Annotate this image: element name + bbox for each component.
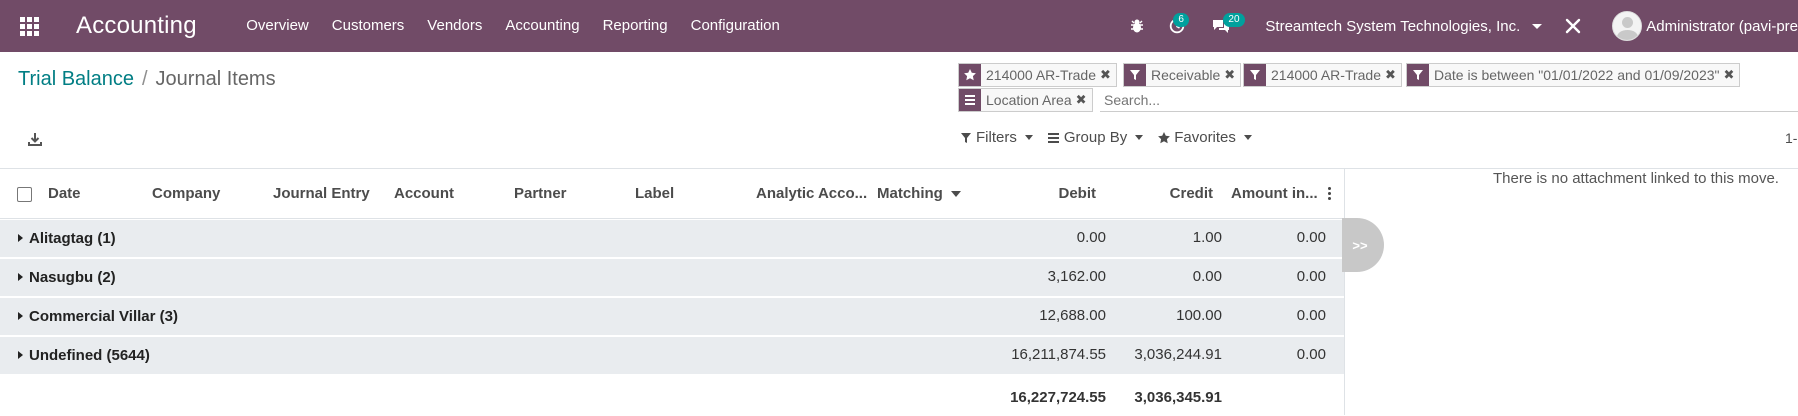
activity-badge: 6 bbox=[1173, 13, 1189, 27]
group-amount: 0.00 bbox=[1296, 346, 1326, 363]
group-credit: 3,036,244.91 bbox=[1134, 346, 1222, 363]
column-debit[interactable]: Debit bbox=[1000, 169, 1097, 219]
group-credit: 1.00 bbox=[1192, 229, 1222, 246]
column-account[interactable]: Account bbox=[394, 169, 454, 219]
remove-facet-icon[interactable]: ✖ bbox=[1076, 92, 1092, 108]
main-menu: Overview Customers Vendors Accounting Re… bbox=[235, 0, 792, 52]
remove-facet-icon[interactable]: ✖ bbox=[1224, 67, 1240, 83]
group-label: Nasugbu (2) bbox=[29, 269, 116, 286]
caret-right-icon bbox=[18, 351, 23, 359]
group-label: Commercial Villar (3) bbox=[29, 308, 178, 325]
breadcrumb: Trial Balance / Journal Items bbox=[18, 68, 276, 91]
column-analytic-account[interactable]: Analytic Acco... bbox=[756, 169, 867, 219]
favorites-button[interactable]: Favorites bbox=[1157, 129, 1252, 146]
total-credit: 3,036,345.91 bbox=[1134, 389, 1222, 406]
groupby-icon bbox=[959, 89, 981, 111]
search-facet: Receivable ✖ bbox=[1123, 63, 1242, 87]
group-amount: 0.00 bbox=[1296, 307, 1326, 324]
search-facet: Date is between "01/01/2022 and 01/09/20… bbox=[1406, 63, 1741, 87]
search-facet: 214000 AR-Trade ✖ bbox=[1243, 63, 1402, 87]
group-row-commercial-villar[interactable]: Commercial Villar (3) 12,688.00 100.00 0… bbox=[0, 298, 1344, 336]
avatar[interactable] bbox=[1612, 11, 1643, 41]
total-debit: 16,227,724.55 bbox=[1010, 389, 1106, 406]
messages-badge: 20 bbox=[1223, 13, 1245, 27]
groupby-button[interactable]: Group By bbox=[1047, 129, 1144, 146]
page-title: Journal Items bbox=[155, 68, 276, 90]
filter-icon bbox=[961, 132, 971, 143]
top-navbar: Accounting Overview Customers Vendors Ac… bbox=[0, 0, 1798, 52]
caret-right-icon bbox=[18, 234, 23, 242]
optional-columns-icon[interactable] bbox=[1328, 187, 1332, 200]
download-icon[interactable] bbox=[26, 131, 44, 149]
group-credit: 100.00 bbox=[1176, 307, 1222, 324]
group-row-alitagtag[interactable]: Alitagtag (1) 0.00 1.00 0.00 bbox=[0, 220, 1344, 258]
company-name: Streamtech System Technologies, Inc. bbox=[1265, 17, 1521, 35]
search-facet: Location Area ✖ bbox=[958, 88, 1093, 112]
debug-tools-icon[interactable] bbox=[1558, 0, 1588, 52]
company-switcher[interactable]: Streamtech System Technologies, Inc. bbox=[1243, 17, 1543, 35]
column-date[interactable]: Date bbox=[48, 169, 81, 219]
apps-menu-icon[interactable] bbox=[0, 0, 58, 52]
filters-button[interactable]: Filters bbox=[960, 129, 1033, 146]
column-company[interactable]: Company bbox=[152, 169, 220, 219]
group-row-undefined[interactable]: Undefined (5644) 16,211,874.55 3,036,244… bbox=[0, 337, 1344, 375]
journal-items-list: Date Company Journal Entry Account Partn… bbox=[0, 169, 1344, 415]
column-label[interactable]: Label bbox=[635, 169, 674, 219]
search-options: Filters Group By Favorites bbox=[960, 129, 1266, 146]
menu-overview[interactable]: Overview bbox=[235, 0, 321, 52]
group-label: Alitagtag (1) bbox=[29, 230, 116, 247]
column-matching[interactable]: Matching bbox=[877, 169, 961, 219]
menu-vendors[interactable]: Vendors bbox=[416, 0, 494, 52]
sort-desc-icon bbox=[950, 191, 961, 198]
table-header: Date Company Journal Entry Account Partn… bbox=[0, 169, 1344, 219]
groupby-icon bbox=[1047, 132, 1059, 143]
remove-facet-icon[interactable]: ✖ bbox=[1724, 67, 1740, 83]
remove-facet-icon[interactable]: ✖ bbox=[1100, 67, 1116, 83]
menu-accounting[interactable]: Accounting bbox=[494, 0, 591, 52]
group-row-nasugbu[interactable]: Nasugbu (2) 3,162.00 0.00 0.00 bbox=[0, 259, 1344, 297]
group-debit: 16,211,874.55 bbox=[1011, 346, 1106, 363]
breadcrumb-trial-balance[interactable]: Trial Balance bbox=[18, 68, 134, 91]
group-amount: 0.00 bbox=[1296, 229, 1326, 246]
search-facet: 214000 AR-Trade ✖ bbox=[958, 63, 1117, 87]
group-debit: 0.00 bbox=[1076, 229, 1106, 246]
select-all-checkbox[interactable] bbox=[17, 187, 32, 202]
messages-icon[interactable]: 20 bbox=[1199, 0, 1245, 52]
pager-value[interactable]: 1- bbox=[1785, 130, 1797, 146]
group-label: Undefined (5644) bbox=[29, 347, 150, 364]
group-credit: 0.00 bbox=[1192, 268, 1222, 285]
systray: 6 20 Streamtech System Technologies, Inc… bbox=[1123, 0, 1798, 52]
chevron-down-icon bbox=[1532, 23, 1543, 29]
group-amount: 0.00 bbox=[1296, 268, 1326, 285]
column-journal-entry[interactable]: Journal Entry bbox=[273, 169, 370, 219]
menu-configuration[interactable]: Configuration bbox=[679, 0, 791, 52]
breadcrumb-separator: / bbox=[141, 68, 148, 90]
column-amount-currency[interactable]: Amount in... bbox=[1231, 169, 1318, 219]
menu-reporting[interactable]: Reporting bbox=[591, 0, 679, 52]
group-debit: 12,688.00 bbox=[1039, 307, 1106, 324]
column-credit[interactable]: Credit bbox=[1105, 169, 1213, 219]
remove-facet-icon[interactable]: ✖ bbox=[1385, 67, 1401, 83]
no-attachment-message: There is no attachment linked to this mo… bbox=[1493, 170, 1779, 187]
totals-row: 16,227,724.55 3,036,345.91 bbox=[0, 380, 1344, 416]
star-icon bbox=[1158, 131, 1171, 143]
filter-icon bbox=[1244, 64, 1266, 86]
caret-right-icon bbox=[18, 273, 23, 281]
filter-icon bbox=[1124, 64, 1146, 86]
user-name[interactable]: Administrator (pavi-pre bbox=[1646, 18, 1798, 35]
bug-icon[interactable] bbox=[1123, 0, 1151, 52]
star-icon bbox=[959, 64, 981, 86]
menu-customers[interactable]: Customers bbox=[320, 0, 416, 52]
search-input[interactable] bbox=[1100, 88, 1798, 112]
activity-clock-icon[interactable]: 6 bbox=[1155, 0, 1199, 52]
attachment-preview-pane: There is no attachment linked to this mo… bbox=[1344, 169, 1798, 415]
filter-icon bbox=[1407, 64, 1429, 86]
caret-right-icon bbox=[18, 312, 23, 320]
group-debit: 3,162.00 bbox=[1047, 268, 1106, 285]
column-partner[interactable]: Partner bbox=[514, 169, 567, 219]
app-name[interactable]: Accounting bbox=[76, 12, 197, 40]
